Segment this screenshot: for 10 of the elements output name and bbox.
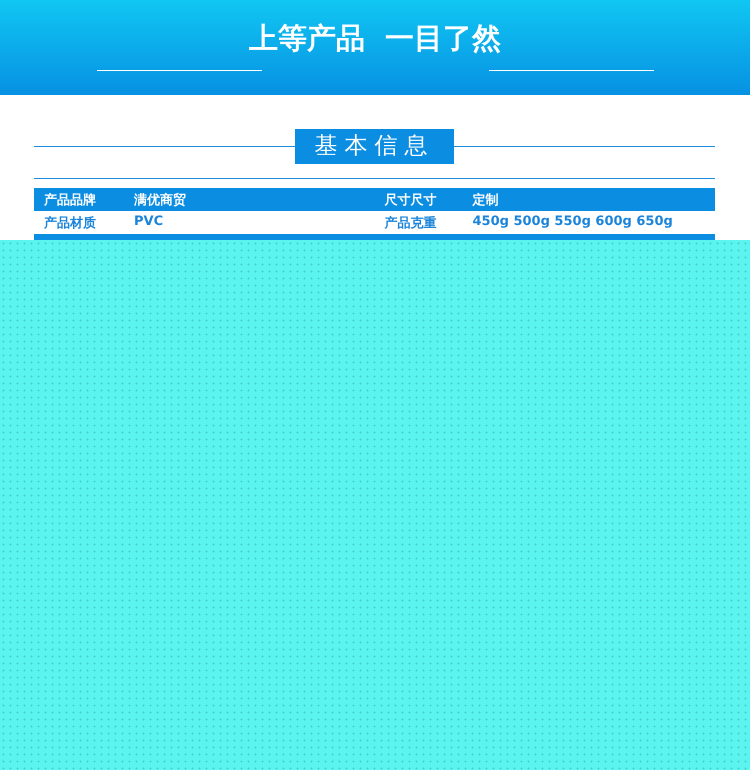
spec-value: 450g 500g 550g 600g 650g	[472, 214, 673, 230]
spec-label: 产品材质	[44, 214, 97, 232]
section-title: 基本信息	[295, 129, 454, 164]
banner-title: 上等产品 一目了然	[248, 20, 502, 56]
spec-label: 产品品牌	[44, 192, 97, 208]
spec-value: PVC	[134, 214, 164, 230]
spec-label: 尺寸尺寸	[384, 192, 438, 208]
spec-label: 产品克重	[384, 214, 438, 232]
spec-value: 满优商贸	[134, 192, 186, 208]
spec-value: 定制	[472, 192, 498, 208]
